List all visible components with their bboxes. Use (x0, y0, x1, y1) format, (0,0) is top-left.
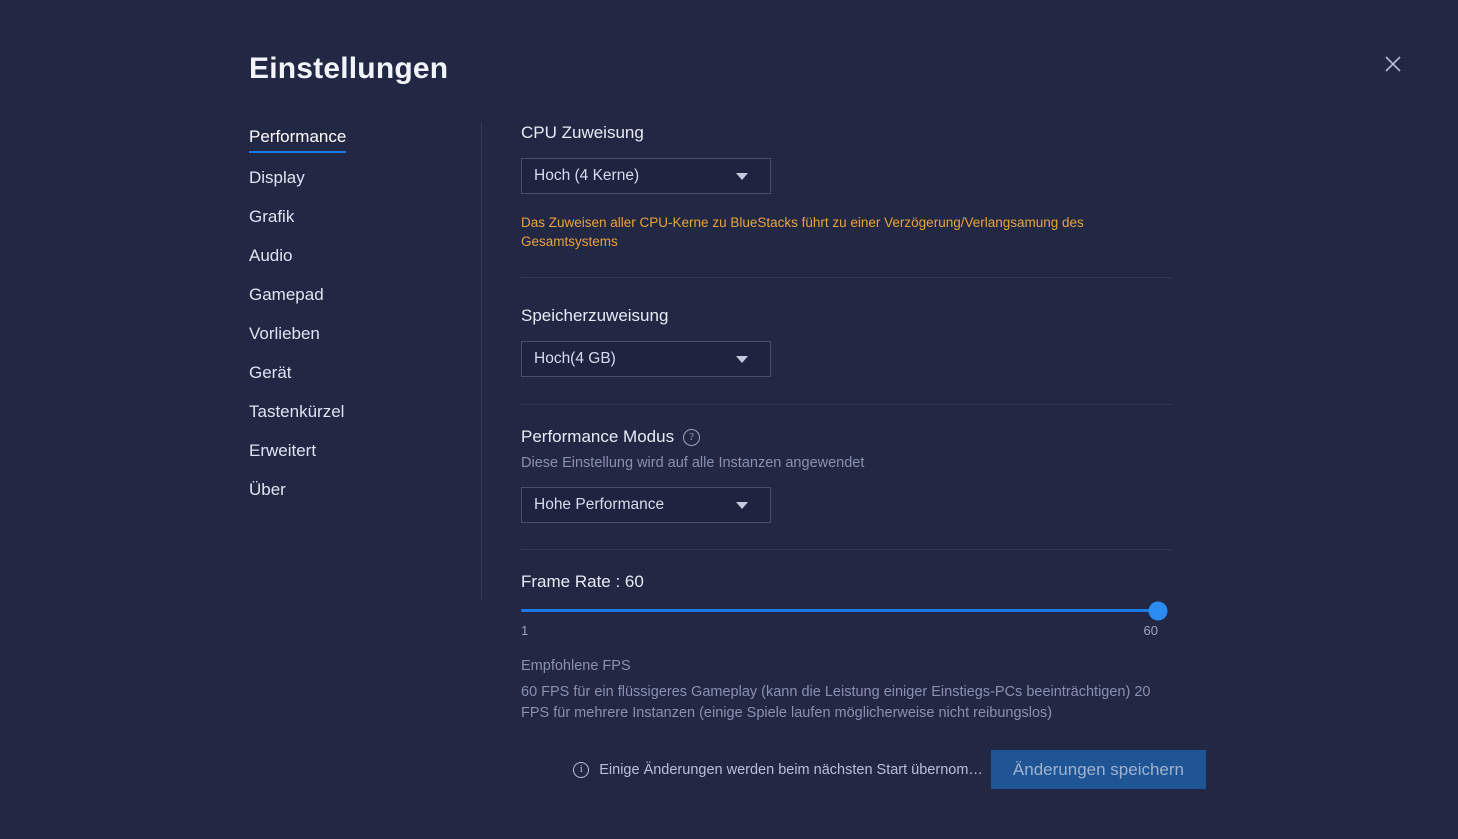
divider-1 (521, 277, 1172, 278)
sidebar-item-label: Grafik (249, 207, 295, 226)
sidebar-item-label: Tastenkürzel (249, 402, 345, 421)
performance-mode-value: Hohe Performance (534, 496, 665, 513)
chevron-down-icon (736, 355, 748, 363)
sidebar-item-audio[interactable]: Audio (249, 246, 292, 266)
cpu-allocation-warning: Das Zuweisen aller CPU-Kerne zu BlueStac… (521, 215, 1084, 249)
performance-mode-dropdown[interactable]: Hohe Performance (521, 487, 771, 523)
memory-allocation-label: Speicherzuweisung (521, 306, 669, 325)
restart-note: i Einige Änderungen werden beim nächsten… (573, 761, 983, 778)
sidebar-item-gamepad[interactable]: Gamepad (249, 285, 324, 305)
sidebar-item-label: Über (249, 480, 286, 499)
performance-mode-description: Diese Einstellung wird auf alle Instanze… (521, 455, 865, 471)
sidebar-item-tastenkuerzel[interactable]: Tastenkürzel (249, 402, 344, 422)
sidebar-item-geraet[interactable]: Gerät (249, 363, 292, 383)
frame-rate-max-label: 60 (1143, 623, 1158, 638)
page-title: Einstellungen (249, 52, 449, 85)
sidebar-item-vorlieben[interactable]: Vorlieben (249, 324, 320, 344)
frame-rate-slider-ticks: 1 60 (521, 623, 1158, 638)
footer-bar: i Einige Änderungen werden beim nächsten… (521, 750, 1206, 789)
performance-mode-label: Performance Modus (521, 427, 675, 446)
sidebar-item-grafik[interactable]: Grafik (249, 207, 294, 227)
section-frame-rate: Frame Rate : 60 1 60 Empfohlene FPS 60 F… (521, 571, 1172, 724)
recommended-fps-body: 60 FPS für ein flüssigeres Gameplay (kan… (521, 684, 1151, 721)
help-icon[interactable]: ? (683, 428, 701, 446)
sidebar-item-label: Vorlieben (249, 324, 320, 343)
close-icon (1385, 56, 1401, 72)
cpu-allocation-dropdown[interactable]: Hoch (4 Kerne) (521, 158, 771, 194)
performance-mode-label-row: Performance Modus ? (521, 426, 1172, 448)
info-icon: i (573, 761, 590, 778)
sidebar-content-divider (481, 122, 482, 600)
save-changes-button[interactable]: Änderungen speichern (990, 750, 1206, 789)
frame-rate-slider-thumb[interactable] (1148, 601, 1168, 620)
sidebar-item-label: Performance (249, 127, 347, 146)
sidebar-item-label: Gerät (249, 363, 292, 382)
settings-window: Einstellungen Performance Display Grafik… (0, 0, 1458, 839)
sidebar-item-label: Display (249, 168, 305, 187)
chevron-down-icon (736, 501, 748, 509)
section-performance-mode: Performance Modus ? Diese Einstellung wi… (521, 426, 1172, 523)
memory-allocation-dropdown[interactable]: Hoch(4 GB) (521, 341, 771, 377)
frame-rate-slider-fill (521, 609, 1158, 612)
sidebar-item-performance[interactable]: Performance (249, 127, 347, 153)
divider-2 (521, 404, 1172, 405)
section-cpu-allocation: CPU Zuweisung Hoch (4 Kerne) Das Zuweise… (521, 122, 1172, 251)
restart-note-text: Einige Änderungen werden beim nächsten S… (599, 761, 983, 778)
sidebar-item-label: Gamepad (249, 285, 324, 304)
close-button[interactable] (1376, 47, 1410, 81)
frame-rate-slider[interactable]: 1 60 (521, 601, 1168, 638)
frame-rate-slider-track[interactable] (521, 601, 1168, 620)
memory-allocation-value: Hoch(4 GB) (534, 350, 616, 367)
cpu-allocation-label: CPU Zuweisung (521, 123, 644, 142)
recommended-fps-heading: Empfohlene FPS (521, 658, 631, 674)
cpu-allocation-value: Hoch (4 Kerne) (534, 167, 640, 184)
frame-rate-min-label: 1 (521, 623, 529, 638)
frame-rate-label: Frame Rate : 60 (521, 572, 644, 591)
sidebar-item-erweitert[interactable]: Erweitert (249, 441, 316, 461)
sidebar-item-label: Erweitert (249, 441, 317, 460)
sidebar-item-display[interactable]: Display (249, 168, 305, 188)
section-memory-allocation: Speicherzuweisung Hoch(4 GB) (521, 305, 1172, 377)
sidebar-item-label: Audio (249, 246, 293, 265)
divider-3 (521, 549, 1172, 550)
settings-sidebar: Performance Display Grafik Audio Gamepad… (249, 127, 459, 519)
sidebar-item-ueber[interactable]: Über (249, 480, 286, 500)
settings-content: CPU Zuweisung Hoch (4 Kerne) Das Zuweise… (521, 122, 1172, 724)
chevron-down-icon (736, 172, 748, 180)
